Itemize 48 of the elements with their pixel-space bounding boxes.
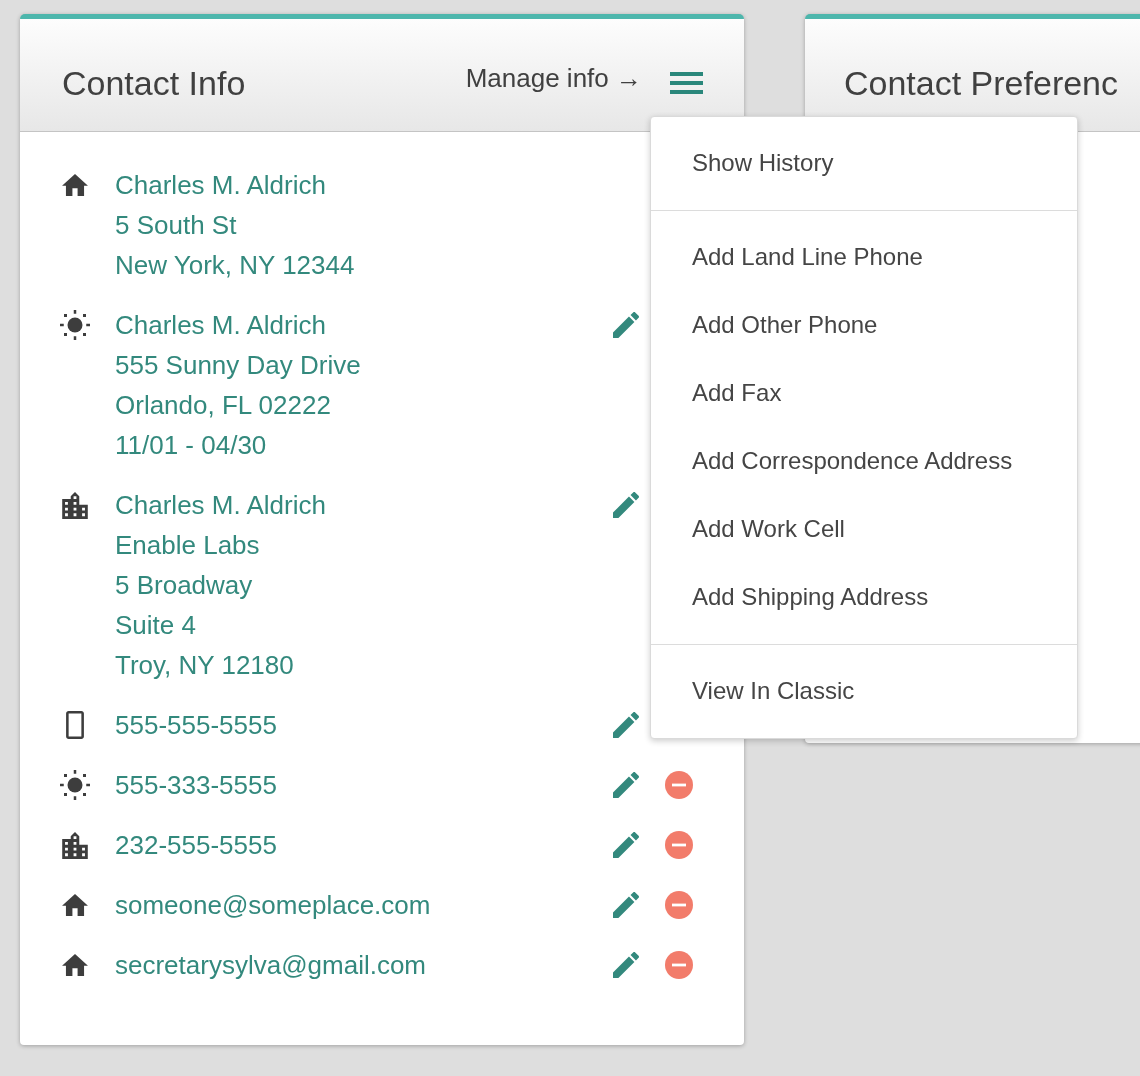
contact-line: someone@someplace.com (115, 889, 432, 922)
menu-item[interactable]: View In Classic (651, 657, 1077, 725)
contact-line: New York, NY 12344 (115, 249, 356, 282)
contact-line: 5 Broadway (115, 569, 254, 602)
menu-item[interactable]: Add Shipping Address (651, 563, 1077, 631)
minus-circle-icon[interactable] (665, 891, 693, 919)
pencil-icon[interactable] (613, 952, 639, 978)
menu-item[interactable]: Add Other Phone (651, 291, 1077, 359)
menu-item[interactable]: Add Work Cell (651, 495, 1077, 563)
smartphone-icon (66, 711, 84, 739)
contact-line: Orlando, FL 02222 (115, 389, 332, 422)
building-icon (62, 831, 88, 859)
contact-line: Charles M. Aldrich (115, 489, 327, 522)
sun-icon (60, 310, 90, 340)
home-icon (62, 954, 88, 976)
menu-icon[interactable] (670, 72, 703, 94)
menu-item[interactable]: Show History (651, 129, 1077, 197)
menu-item[interactable]: Add Fax (651, 359, 1077, 427)
building-icon (62, 491, 88, 519)
contact-line: Troy, NY 12180 (115, 649, 295, 682)
pencil-icon[interactable] (613, 892, 639, 918)
contact-line: Charles M. Aldrich (115, 309, 327, 342)
contact-line: Enable Labs (115, 529, 261, 562)
pencil-icon[interactable] (613, 832, 639, 858)
home-icon (62, 174, 88, 196)
contact-line: secretarysylva@gmail.com (115, 949, 428, 982)
minus-circle-icon[interactable] (665, 951, 693, 979)
contact-line: Suite 4 (115, 609, 197, 642)
menu-item[interactable]: Add Correspondence Address (651, 427, 1077, 495)
card-title: Contact Preferenc (844, 63, 1119, 103)
contact-line: 11/01 - 04/30 (115, 429, 268, 462)
card-title: Contact Info (62, 63, 246, 103)
manage-info-link[interactable]: Manage info → (465, 62, 642, 94)
pencil-icon[interactable] (613, 492, 639, 518)
sun-icon (60, 770, 90, 800)
contact-line: 555-555-5555 (115, 709, 278, 742)
pencil-icon[interactable] (613, 712, 639, 738)
home-icon (62, 894, 88, 916)
contact-line: 5 South St (115, 209, 238, 242)
pencil-icon[interactable] (613, 312, 639, 338)
minus-circle-icon[interactable] (665, 831, 693, 859)
contact-line: Charles M. Aldrich (115, 169, 327, 202)
contact-line: 555-333-5555 (115, 769, 278, 802)
contact-line: 232-555-5555 (115, 829, 278, 862)
contact-line: 555 Sunny Day Drive (115, 349, 362, 382)
menu-item[interactable]: Add Land Line Phone (651, 223, 1077, 291)
pencil-icon[interactable] (613, 772, 639, 798)
minus-circle-icon[interactable] (665, 771, 693, 799)
